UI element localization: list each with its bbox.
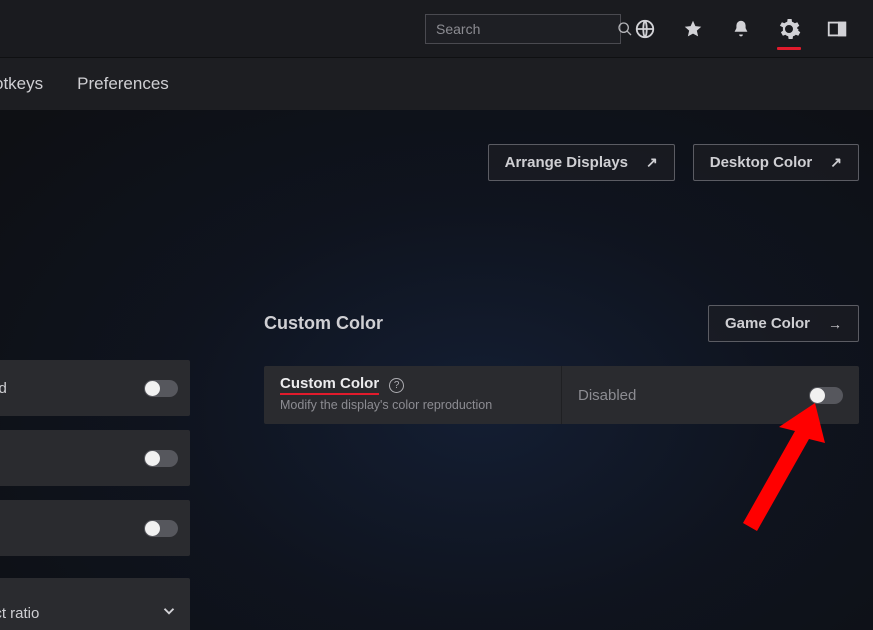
search-input[interactable] <box>436 21 617 37</box>
tab-hotkeys-partial[interactable]: otkeys <box>0 70 43 98</box>
side-card-3[interactable]: ect ratio <box>0 578 190 630</box>
tab-preferences[interactable]: Preferences <box>77 70 169 98</box>
side-toggle-0[interactable] <box>144 380 178 397</box>
custom-color-card: Custom Color ? Modify the display's colo… <box>264 366 859 424</box>
titlebar <box>0 0 873 58</box>
arrange-displays-label: Arrange Displays <box>505 154 628 171</box>
desktop-color-button[interactable]: Desktop Color ↗ <box>693 144 859 181</box>
side-card-0-text: ted <box>0 380 7 397</box>
dock-right-icon[interactable] <box>813 0 861 58</box>
custom-color-state: Disabled <box>578 387 636 404</box>
globe-icon[interactable] <box>621 0 669 58</box>
game-color-label: Game Color <box>725 315 810 332</box>
side-card-0: ted <box>0 360 190 416</box>
gear-icon[interactable] <box>765 0 813 58</box>
chevron-down-icon <box>160 602 178 625</box>
help-icon[interactable]: ? <box>389 378 404 393</box>
desktop-color-label: Desktop Color <box>710 154 813 171</box>
subnav: otkeys Preferences <box>0 58 873 110</box>
external-link-icon: ↗ <box>830 154 842 171</box>
arrange-displays-button[interactable]: Arrange Displays ↗ <box>488 144 675 181</box>
section-title: Custom Color <box>264 313 383 334</box>
side-toggle-2[interactable] <box>144 520 178 537</box>
custom-color-title: Custom Color <box>280 375 379 395</box>
side-toggle-1[interactable] <box>144 450 178 467</box>
search-box[interactable] <box>425 14 621 44</box>
side-card-2 <box>0 500 190 556</box>
star-icon[interactable] <box>669 0 717 58</box>
custom-color-toggle[interactable] <box>809 387 843 404</box>
bell-icon[interactable] <box>717 0 765 58</box>
side-card-1 <box>0 430 190 486</box>
arrow-right-icon: → <box>828 316 842 332</box>
custom-color-description: Modify the display's color reproduction <box>280 398 545 412</box>
external-link-icon: ↗ <box>646 154 658 171</box>
game-color-button[interactable]: Game Color → <box>708 305 859 342</box>
side-card-3-text: ect ratio <box>0 605 39 622</box>
